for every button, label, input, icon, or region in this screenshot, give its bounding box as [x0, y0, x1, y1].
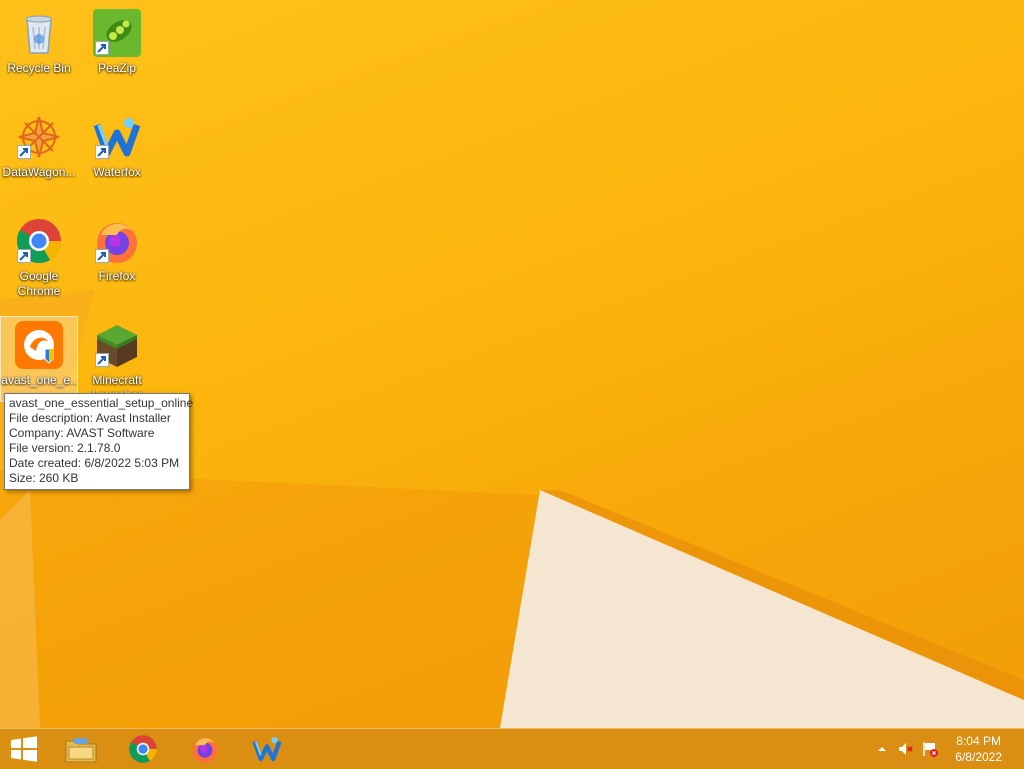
avast-installer-desktop-icon[interactable]: avast_one_e...	[0, 316, 78, 402]
desktop-icon-label: Waterfox	[93, 165, 141, 179]
minecraft-launcher-desktop-icon[interactable]: Minecraft Launcher	[78, 316, 156, 402]
datawagon-desktop-icon[interactable]: DataWagon...	[0, 108, 78, 194]
shortcut-arrow-icon	[95, 145, 109, 159]
shortcut-arrow-icon	[17, 249, 31, 263]
shortcut-arrow-icon	[17, 145, 31, 159]
chrome-icon	[129, 735, 157, 763]
minecraft-icon	[93, 321, 141, 369]
taskbar-google-chrome[interactable]	[116, 729, 170, 769]
recycle-bin-desktop-icon[interactable]: Recycle Bin	[0, 4, 78, 90]
file-explorer-icon	[65, 738, 97, 763]
waterfox-icon	[93, 113, 141, 161]
desktop-icon-label: DataWagon...	[2, 165, 76, 179]
waterfox-desktop-icon[interactable]: Waterfox	[78, 108, 156, 194]
taskbar-file-explorer[interactable]	[54, 729, 108, 769]
peazip-desktop-icon[interactable]: PeaZip	[78, 4, 156, 90]
tooltip-filename: avast_one_essential_setup_online	[9, 396, 194, 410]
show-hidden-icons-button[interactable]	[874, 741, 890, 757]
clock-date: 6/8/2022	[955, 750, 1002, 764]
peazip-icon	[93, 9, 141, 57]
windows-logo-icon	[11, 736, 37, 762]
taskbar: 8:04 PM 6/8/2022	[0, 728, 1024, 769]
desktop-icon-label: PeaZip	[97, 61, 137, 75]
tooltip-company: Company: AVAST Software	[9, 426, 155, 440]
desktop-icon-label: Google Chrome	[17, 269, 61, 298]
firefox-icon	[93, 217, 141, 265]
google-chrome-desktop-icon[interactable]: Google Chrome	[0, 212, 78, 298]
desktop-icon-label: Recycle Bin	[7, 61, 71, 75]
tooltip-description: File description: Avast Installer	[9, 411, 171, 425]
datawagon-icon	[15, 113, 63, 161]
avast-icon	[15, 321, 63, 369]
clock-time: 8:04 PM	[956, 734, 1001, 748]
tooltip-date-created: Date created: 6/8/2022 5:03 PM	[9, 456, 180, 470]
taskbar-firefox[interactable]	[178, 729, 232, 769]
desktop-icon-label: Firefox	[98, 269, 136, 283]
volume-muted-icon	[899, 743, 913, 755]
waterfox-icon	[252, 737, 282, 762]
shortcut-arrow-icon	[95, 249, 109, 263]
tooltip-size: Size: 260 KB	[9, 471, 79, 485]
chevron-up-icon	[878, 747, 886, 751]
shortcut-arrow-icon	[95, 353, 109, 367]
shortcut-arrow-icon	[95, 41, 109, 55]
file-info-tooltip: avast_one_essential_setup_online File de…	[4, 393, 194, 490]
tooltip-version: File version: 2.1.78.0	[9, 441, 121, 455]
action-center-flag-icon	[923, 742, 938, 757]
action-center-tray-button[interactable]	[922, 741, 938, 757]
taskbar-clock[interactable]: 8:04 PM 6/8/2022	[955, 733, 1002, 765]
chrome-icon	[15, 217, 63, 265]
firefox-icon	[192, 737, 218, 763]
taskbar-waterfox[interactable]	[240, 729, 294, 769]
volume-tray-button[interactable]	[898, 741, 914, 757]
recycle-bin-icon	[15, 9, 63, 57]
firefox-desktop-icon[interactable]: Firefox	[78, 212, 156, 298]
start-button[interactable]	[0, 729, 54, 769]
